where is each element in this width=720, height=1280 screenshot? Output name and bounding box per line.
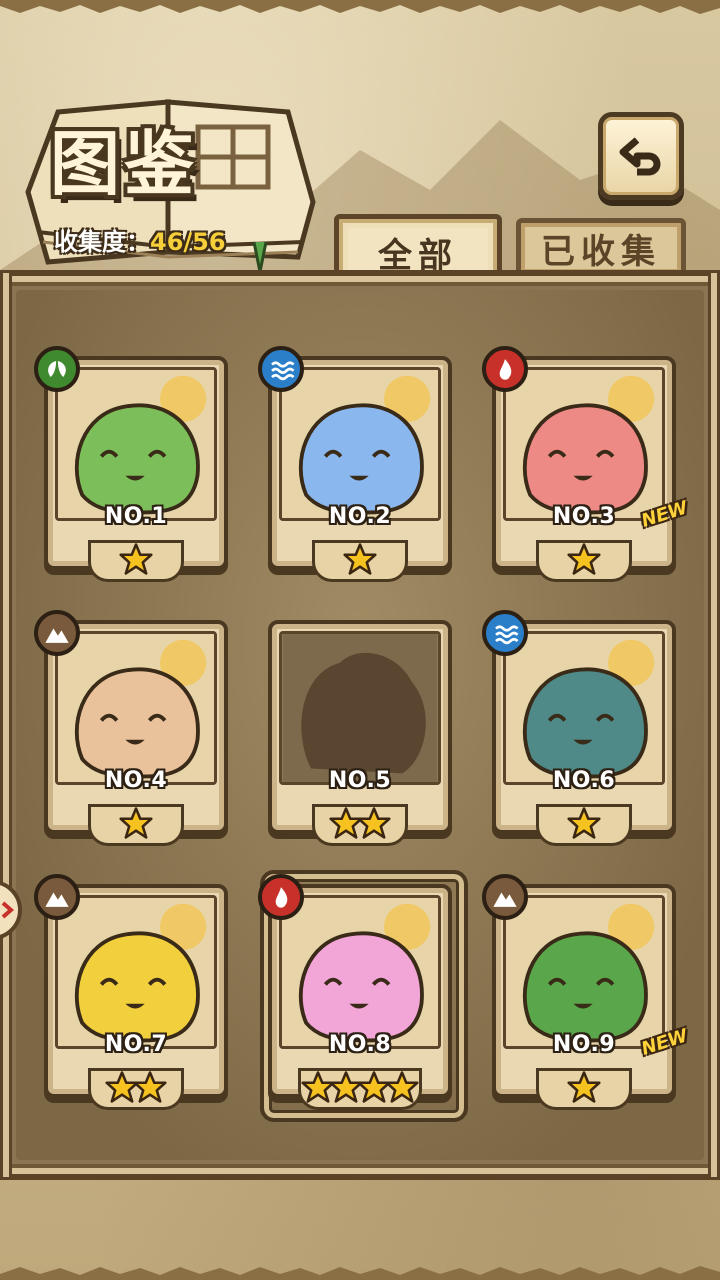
creature-portrait (55, 367, 217, 521)
card-number-label: NO.6 (552, 768, 616, 793)
progress-label: 收集度： (54, 228, 150, 256)
tab-collected-label: 已收集 (541, 231, 661, 272)
card-number-label: NO.5 (328, 768, 392, 793)
panel-rail-left (0, 270, 12, 1180)
water-element-icon (482, 610, 528, 656)
star-rating (268, 542, 452, 582)
fire-element-icon (482, 346, 528, 392)
earth-element-icon (34, 610, 80, 656)
star-rating (492, 1070, 676, 1110)
star-rating (44, 542, 228, 582)
card-number-label: NO.8 (328, 1032, 392, 1057)
star-icon (119, 807, 153, 839)
star-rating (268, 806, 452, 846)
star-rating (268, 1070, 452, 1110)
progress-value: 46/56 (150, 228, 226, 256)
torn-edge-bottom (0, 1266, 720, 1280)
fire-element-icon (258, 874, 304, 920)
grass-element-icon (34, 346, 80, 392)
water-element-icon (258, 346, 304, 392)
star-rating (492, 542, 676, 582)
creature-card[interactable]: NO.3 NEW (482, 346, 690, 582)
creature-card[interactable]: NO.7 (34, 874, 228, 1110)
star-icon (567, 543, 601, 575)
earth-element-icon (482, 874, 528, 920)
creature-portrait (503, 631, 665, 785)
star-icon (357, 807, 391, 839)
torn-edge-top (0, 0, 720, 14)
creature-card[interactable]: NO.5 (268, 620, 452, 846)
page-title: 图鉴 (50, 123, 198, 205)
collection-progress: 收集度：46/56 (54, 222, 226, 257)
creature-portrait (279, 367, 441, 521)
earth-element-icon (34, 874, 80, 920)
star-icon (343, 543, 377, 575)
creature-portrait (503, 367, 665, 521)
creature-portrait (503, 895, 665, 1049)
panel-rail-right (708, 270, 720, 1180)
star-icon (119, 543, 153, 575)
creature-portrait (279, 895, 441, 1049)
card-number-label: NO.4 (104, 768, 168, 793)
card-number-label: NO.1 (104, 504, 168, 529)
star-icon (385, 1071, 419, 1103)
star-rating (492, 806, 676, 846)
card-number-label: NO.7 (104, 1032, 168, 1057)
creature-card[interactable]: NO.2 (258, 346, 452, 582)
back-button[interactable] (598, 112, 684, 200)
star-icon (567, 1071, 601, 1103)
creature-card[interactable]: NO.9 NEW (482, 874, 690, 1110)
creature-card[interactable]: NO.6 (482, 610, 676, 846)
return-arrow-icon (619, 137, 661, 176)
creature-portrait (55, 631, 217, 785)
creature-portrait (279, 631, 441, 785)
creature-card[interactable]: NO.8 (258, 870, 468, 1122)
star-icon (133, 1071, 167, 1103)
star-rating (44, 1070, 228, 1110)
creature-card[interactable]: NO.1 (34, 346, 228, 582)
creature-portrait (55, 895, 217, 1049)
star-icon (567, 807, 601, 839)
tab-collected[interactable]: 已收集 (516, 218, 686, 278)
card-number-label: NO.2 (328, 504, 392, 529)
creature-card[interactable]: NO.4 (34, 610, 228, 846)
chevron-right-icon (1, 901, 14, 919)
star-rating (44, 806, 228, 846)
